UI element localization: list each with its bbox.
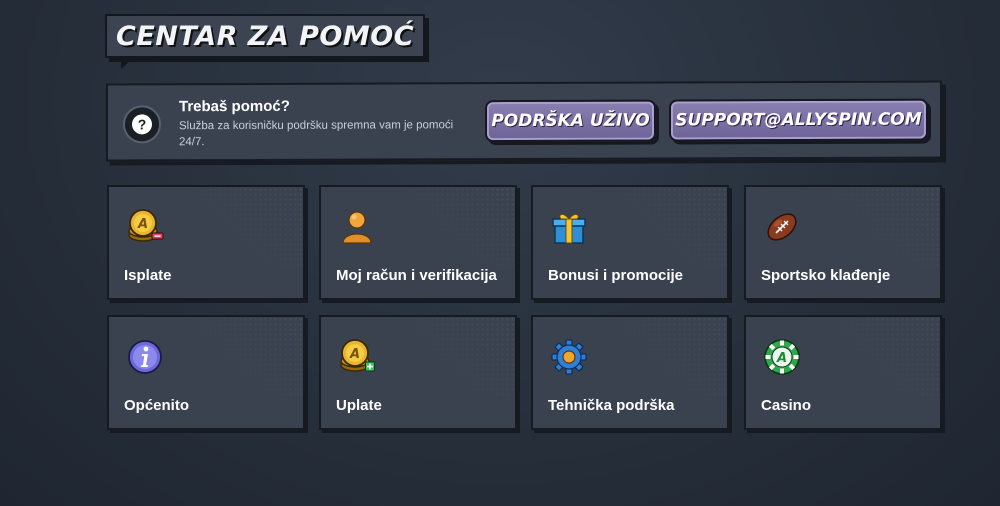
- football-icon: [767, 213, 797, 241]
- svg-text:A: A: [776, 351, 787, 366]
- category-card-tech-support[interactable]: Tehnička podrška: [531, 315, 729, 430]
- category-label: Isplate: [124, 267, 172, 284]
- category-card-deposits[interactable]: A Uplate: [319, 315, 517, 430]
- help-center-page: CENTAR ZA POMOĆ ? Trebaš pomoć? Služba z…: [0, 0, 1000, 506]
- page-title-tag: CENTAR ZA POMOĆ: [105, 14, 426, 69]
- category-label: Sportsko klađenje: [761, 267, 891, 284]
- category-card-casino[interactable]: A Casino: [744, 315, 942, 430]
- svg-text:A: A: [349, 347, 360, 362]
- category-card-sports-betting[interactable]: Sportsko klađenje: [744, 185, 942, 300]
- casino-chip-icon: A: [764, 339, 800, 375]
- category-label: Casino: [761, 397, 812, 414]
- user-icon: [342, 211, 372, 244]
- category-label: Bonusi i promocije: [548, 267, 684, 284]
- info-icon: [128, 340, 162, 374]
- question-icon: ?: [123, 105, 161, 144]
- category-card-general[interactable]: Općenito: [107, 315, 305, 430]
- gear-icon: [551, 339, 587, 375]
- category-card-account[interactable]: Moj račun i verifikacija: [319, 185, 517, 300]
- category-card-bonuses[interactable]: Bonusi i promocije: [531, 185, 729, 300]
- help-banner: ? Trebaš pomoć? Služba za korisničku pod…: [106, 80, 942, 162]
- coin-withdraw-icon: A: [128, 209, 164, 242]
- category-label: Tehnička podrška: [548, 397, 675, 414]
- category-card-withdrawals[interactable]: A Isplate: [107, 185, 305, 300]
- page-title: CENTAR ZA POMOĆ: [116, 20, 415, 52]
- svg-text:A: A: [137, 217, 148, 232]
- category-label: Općenito: [124, 397, 190, 414]
- help-description: Služba za korisničku podršku spremna vam…: [179, 119, 454, 149]
- category-label: Uplate: [336, 397, 382, 414]
- support-email-button[interactable]: SUPPORT@ALLYSPIN.COM: [669, 98, 928, 142]
- gift-icon: [552, 213, 586, 244]
- help-title: Trebaš pomoć?: [179, 97, 290, 116]
- live-support-button[interactable]: PODRŠKA UŽIVO: [485, 99, 656, 143]
- category-label: Moj račun i verifikacija: [336, 267, 497, 284]
- coin-deposit-icon: A: [340, 339, 375, 372]
